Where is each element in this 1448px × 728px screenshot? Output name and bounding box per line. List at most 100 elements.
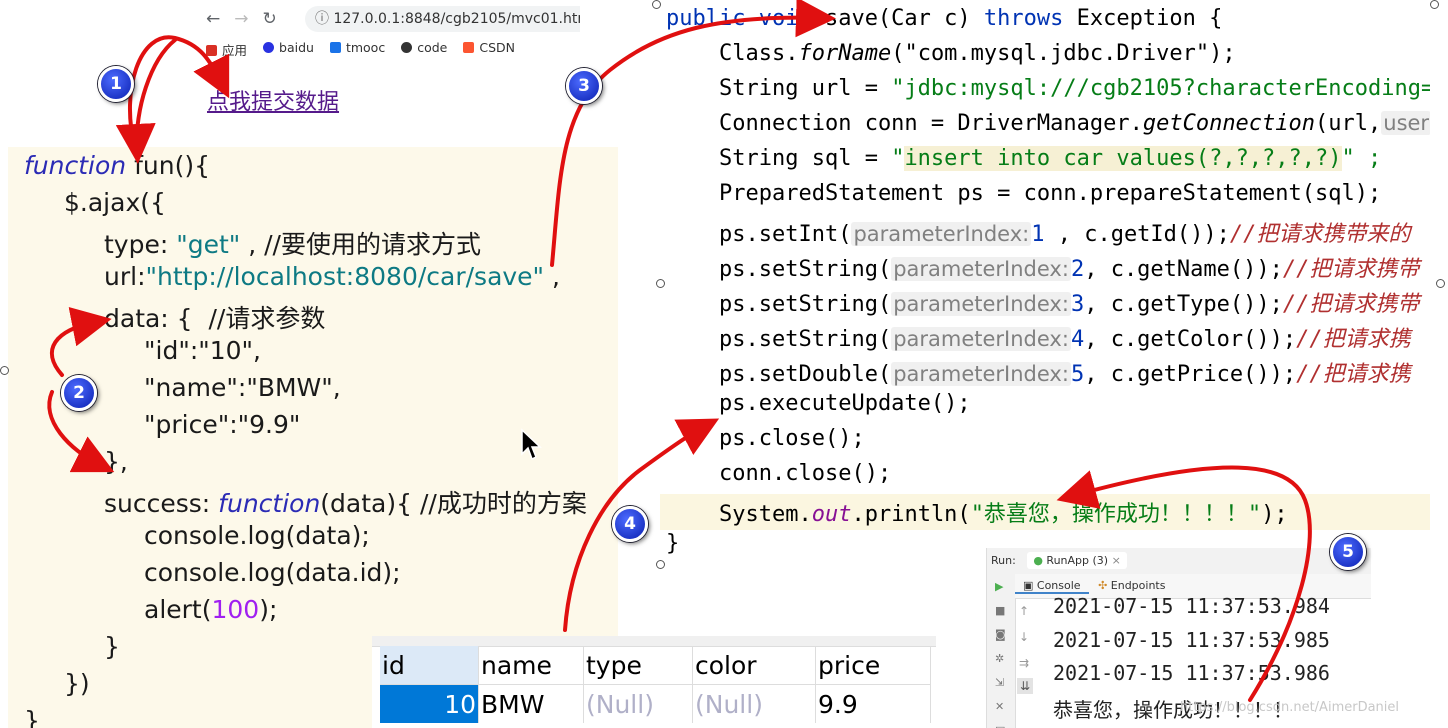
code-line: url:"http://localhost:8080/car/save" , bbox=[104, 262, 560, 291]
run-config-tab[interactable]: ● RunApp (3) × bbox=[1027, 552, 1127, 569]
bookmark-csdn[interactable]: CSDN bbox=[463, 40, 515, 59]
address-bar[interactable]: ⓘ 127.0.0.1:8848/cgb2105/mvc01.html bbox=[305, 6, 580, 32]
resize-handle[interactable] bbox=[1436, 279, 1445, 288]
browser-nav: ← → ↻ bbox=[206, 8, 277, 30]
resize-handle[interactable] bbox=[652, 0, 661, 9]
code-line: String url = "jdbc:mysql:///cgb2105?char… bbox=[719, 76, 1430, 101]
globe-icon bbox=[401, 42, 413, 53]
resize-handle[interactable] bbox=[656, 560, 665, 569]
print-icon[interactable]: ▤ bbox=[995, 724, 1005, 728]
camera-icon[interactable]: ◙ bbox=[995, 628, 1006, 641]
arrow-1b bbox=[115, 38, 177, 164]
code-line: } bbox=[24, 706, 40, 728]
console-line: 2021-07-15 11:37:53.984 bbox=[1053, 594, 1330, 618]
run-label: Run: bbox=[991, 554, 1016, 567]
code-line: public void save(Car c) throws Exception… bbox=[666, 6, 1223, 31]
code-line: $.ajax({ bbox=[64, 188, 166, 217]
scroll-end-icon[interactable]: ⇊ bbox=[1017, 678, 1034, 694]
bookmark-apps[interactable]: 应用 bbox=[206, 40, 247, 59]
code-line: data: { //请求参数 bbox=[104, 304, 326, 333]
table-header-row: id name type color price bbox=[380, 646, 931, 685]
mouse-cursor-icon bbox=[521, 428, 542, 461]
close-icon[interactable]: × bbox=[1112, 554, 1121, 567]
console-line: 2021-07-15 11:37:53.986 bbox=[1053, 661, 1330, 685]
code-line: ps.setString(parameterIndex:3, c.getType… bbox=[719, 292, 1420, 317]
step-badge-2: 2 bbox=[61, 375, 97, 411]
code-line: console.log(data); bbox=[144, 521, 370, 550]
code-line: System.out.println("恭喜您，操作成功！！！！"); bbox=[719, 502, 1288, 527]
cell-id[interactable]: 10 bbox=[380, 684, 479, 723]
step-badge-4: 4 bbox=[612, 506, 648, 542]
apps-icon bbox=[206, 45, 217, 56]
column-header-type[interactable]: type bbox=[583, 646, 693, 685]
wrap-icon[interactable]: ⇉ bbox=[1019, 656, 1029, 670]
tab-console[interactable]: ▣ Console bbox=[1015, 579, 1089, 594]
settings-icon[interactable]: ✲ bbox=[995, 652, 1004, 665]
code-line: "price":"9.9" bbox=[144, 410, 301, 439]
tmooc-icon bbox=[329, 42, 341, 53]
cell-price[interactable]: 9.9 bbox=[815, 684, 931, 723]
code-line: Class.forName("com.mysql.jdbc.Driver"); bbox=[719, 41, 1236, 66]
info-icon[interactable]: ⓘ bbox=[315, 11, 333, 27]
bookmark-baidu[interactable]: baidu bbox=[263, 40, 314, 59]
code-line: function fun(){ bbox=[24, 151, 210, 180]
code-line: }) bbox=[64, 669, 90, 698]
bookmark-code[interactable]: code bbox=[401, 40, 447, 59]
column-header-price[interactable]: price bbox=[815, 646, 931, 685]
code-line: } bbox=[666, 531, 680, 556]
code-line: success: function(data){ //成功时的方案 bbox=[104, 489, 587, 518]
cell-name[interactable]: BMW bbox=[478, 684, 584, 723]
submit-data-link[interactable]: 点我提交数据 bbox=[207, 84, 339, 116]
run-title-bar: Run: ● RunApp (3) × bbox=[987, 548, 1371, 574]
code-line: ps.setDouble(parameterIndex:5, c.getPric… bbox=[719, 362, 1411, 387]
cell-type[interactable]: (Null) bbox=[583, 684, 693, 723]
reload-icon[interactable]: ↻ bbox=[263, 9, 277, 29]
resize-handle[interactable] bbox=[656, 279, 665, 288]
code-line: PreparedStatement ps = conn.prepareState… bbox=[719, 181, 1382, 206]
resize-handle[interactable] bbox=[1430, 0, 1439, 9]
java-code-editor: public void save(Car c) throws Exception… bbox=[660, 0, 1430, 560]
pin-icon[interactable]: ✕ bbox=[995, 700, 1004, 713]
code-line: "name":"BMW", bbox=[144, 373, 341, 402]
column-header-id[interactable]: id bbox=[380, 646, 479, 685]
code-line: console.log(data.id); bbox=[144, 558, 401, 587]
forward-icon[interactable]: → bbox=[234, 9, 248, 29]
code-line: Connection conn = DriverManager.getConne… bbox=[719, 111, 1430, 136]
code-line: ps.setString(parameterIndex:4, c.getColo… bbox=[719, 327, 1411, 352]
column-header-color[interactable]: color bbox=[692, 646, 816, 685]
cell-color[interactable]: (Null) bbox=[692, 684, 816, 723]
code-line: } bbox=[104, 632, 120, 661]
code-line: ps.close(); bbox=[719, 426, 865, 451]
scroll-down-icon[interactable]: ↓ bbox=[1019, 630, 1029, 644]
endpoints-icon: ✣ bbox=[1098, 579, 1111, 592]
result-table: id name type color price 10 BMW (Null) (… bbox=[380, 646, 931, 723]
step-badge-3: 3 bbox=[566, 68, 602, 104]
spring-icon: ● bbox=[1033, 554, 1047, 567]
code-line: String sql = "insert into car values(?,?… bbox=[719, 146, 1382, 171]
csdn-icon bbox=[463, 42, 475, 53]
code-line: conn.close(); bbox=[719, 461, 892, 486]
baidu-icon bbox=[263, 42, 275, 53]
scroll-up-icon[interactable]: ↑ bbox=[1019, 604, 1029, 618]
db-result-grid: id name type color price 10 BMW (Null) (… bbox=[372, 636, 936, 728]
play-icon[interactable]: ▶ bbox=[995, 580, 1003, 593]
resize-handle[interactable] bbox=[0, 366, 9, 375]
console-icon: ▣ bbox=[1023, 579, 1037, 592]
step-badge-5: 5 bbox=[1330, 534, 1366, 570]
table-row[interactable]: 10 BMW (Null) (Null) 9.9 bbox=[380, 684, 931, 723]
run-toolbar: ▶ ■ ◙ ✲ ⇲ ✕ ▤ bbox=[987, 574, 1016, 728]
back-icon[interactable]: ← bbox=[206, 9, 220, 29]
tab-endpoints[interactable]: ✣ Endpoints bbox=[1092, 579, 1171, 592]
code-line: ps.setString(parameterIndex:2, c.getName… bbox=[719, 257, 1420, 282]
stop-icon[interactable]: ■ bbox=[995, 604, 1005, 617]
url-text: 127.0.0.1:8848/cgb2105/mvc01.html bbox=[333, 11, 580, 27]
column-header-name[interactable]: name bbox=[478, 646, 584, 685]
code-line: ps.setInt(parameterIndex:1 , c.getId());… bbox=[719, 222, 1411, 247]
code-line: ps.executeUpdate(); bbox=[719, 391, 971, 416]
restore-icon[interactable]: ⇲ bbox=[995, 676, 1004, 689]
code-line: alert(100); bbox=[144, 595, 278, 624]
bookmark-tmooc[interactable]: tmooc bbox=[329, 40, 385, 59]
bookmarks-bar: 应用 baidu tmooc code CSDN bbox=[206, 40, 515, 59]
code-line: type: "get" , //要使用的请求方式 bbox=[104, 230, 481, 259]
code-line: }, bbox=[104, 447, 128, 476]
